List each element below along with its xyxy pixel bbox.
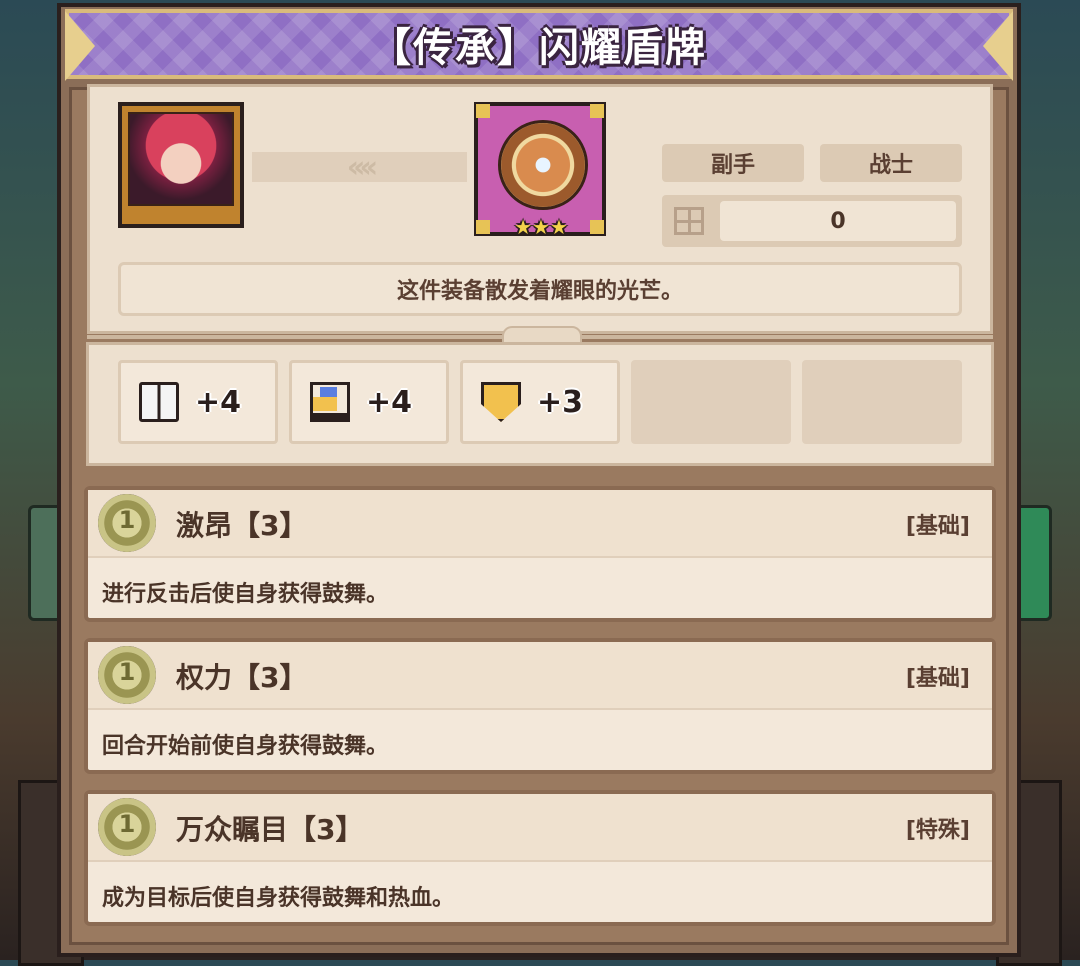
skill-type: [基础] — [905, 666, 970, 691]
stat-slot-empty — [802, 360, 962, 444]
title-corner-right — [983, 11, 1013, 81]
skill-card[interactable]: 1 万众瞩目【3】 [特殊] 成为目标后使自身获得鼓舞和热血。 — [84, 790, 996, 926]
stat-value: +3 — [537, 384, 584, 420]
skill-level-coin-icon: 1 — [98, 494, 156, 552]
skill-name: 权力【3】 — [176, 661, 308, 694]
count-row: 0 — [662, 195, 962, 247]
skill-level-coin-icon: 1 — [98, 798, 156, 856]
title-bar: 【传承】闪耀盾牌 — [65, 9, 1013, 81]
frame-corner — [476, 220, 490, 234]
slot-tag: 副手 — [662, 144, 804, 182]
stat-slot-empty — [631, 360, 791, 444]
skill-type: [特殊] — [905, 818, 970, 843]
skill-level-coin-icon: 1 — [98, 646, 156, 704]
inherit-arrow-strip: ‹‹‹‹ — [252, 149, 467, 185]
arrow-left-icon: ‹‹‹‹ — [346, 149, 379, 185]
skill-header: 1 权力【3】 [基础] — [88, 642, 992, 710]
skill-header: 1 万众瞩目【3】 [特殊] — [88, 794, 992, 862]
stat-value: +4 — [195, 384, 242, 420]
stat-slot-2[interactable]: +4 — [289, 360, 449, 444]
skill-description: 成为目标后使自身获得鼓舞和热血。 — [102, 886, 455, 911]
stat-value: +4 — [366, 384, 413, 420]
skill-card[interactable]: 1 权力【3】 [基础] 回合开始前使自身获得鼓舞。 — [84, 638, 996, 774]
frame-corner — [590, 220, 604, 234]
frame-corner — [476, 104, 490, 118]
boot-icon — [310, 382, 350, 422]
item-title: 【传承】闪耀盾牌 — [371, 25, 707, 71]
skill-description: 进行反击后使自身获得鼓舞。 — [102, 582, 389, 607]
skill-type: [基础] — [905, 514, 970, 539]
class-tag: 战士 — [820, 144, 962, 182]
shining-shield-icon — [498, 120, 588, 210]
count-value: 0 — [720, 201, 956, 241]
stat-slot-1[interactable]: +4 — [118, 360, 278, 444]
skill-header: 1 激昂【3】 [基础] — [88, 490, 992, 558]
skill-card[interactable]: 1 激昂【3】 [基础] 进行反击后使自身获得鼓舞。 — [84, 486, 996, 622]
hero-avatar — [128, 112, 234, 206]
star-rating: ★★★ — [514, 215, 568, 239]
item-icon-frame[interactable]: ★★★ — [474, 102, 606, 239]
frame-corner — [590, 104, 604, 118]
skill-description: 回合开始前使自身获得鼓舞。 — [102, 734, 389, 759]
hero-portrait[interactable] — [118, 102, 244, 228]
title-corner-left — [65, 11, 95, 81]
stat-slot-3[interactable]: +3 — [460, 360, 620, 444]
book-icon — [139, 382, 179, 422]
item-description: 这件装备散发着耀眼的光芒。 — [118, 262, 962, 316]
grid-icon — [674, 207, 704, 235]
shield-icon — [481, 382, 521, 422]
skill-name: 万众瞩目【3】 — [176, 813, 364, 846]
skill-name: 激昂【3】 — [176, 509, 308, 542]
